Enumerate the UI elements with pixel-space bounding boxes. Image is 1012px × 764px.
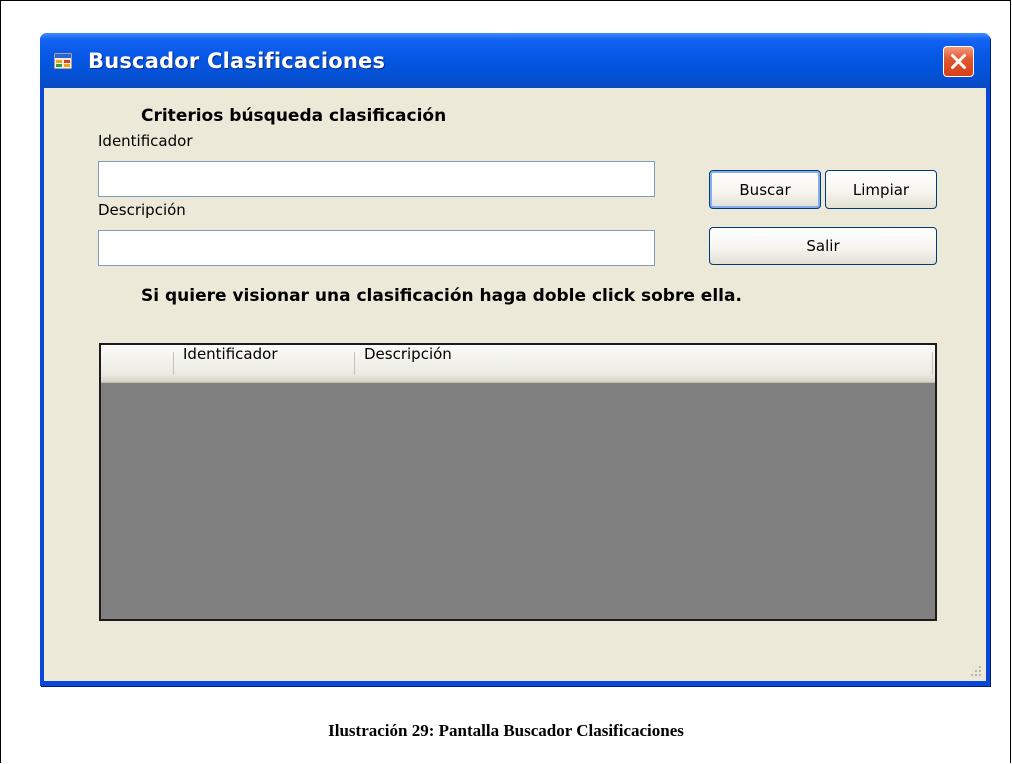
descripcion-field-box — [98, 230, 655, 266]
column-header-identificador[interactable]: Identificador — [174, 345, 354, 382]
identificador-label: Identificador — [98, 132, 193, 150]
salir-button-label: Salir — [806, 237, 840, 255]
close-button[interactable] — [943, 46, 974, 77]
resize-grip-icon[interactable] — [970, 665, 982, 677]
limpiar-button-label: Limpiar — [852, 180, 910, 199]
buscar-button[interactable]: Buscar — [709, 170, 821, 209]
form-window-icon — [53, 52, 73, 70]
hint-text: Si quiere visionar una clasificación hag… — [141, 286, 742, 306]
figure-caption: Ilustración 29: Pantalla Buscador Clasif… — [328, 721, 684, 740]
form-client-area: Criterios búsqueda clasificación Identif… — [44, 88, 986, 681]
buscador-window: Buscador Clasificaciones Criterios búsqu… — [40, 33, 990, 686]
limpiar-button[interactable]: Limpiar — [825, 170, 937, 209]
grid-header: Identificador Descripción — [101, 345, 935, 383]
window-title: Buscador Clasificaciones — [88, 49, 386, 73]
results-grid[interactable]: Identificador Descripción — [99, 343, 937, 621]
column-header-descripcion[interactable]: Descripción — [355, 345, 933, 382]
criteria-heading: Criterios búsqueda clasificación — [141, 106, 447, 126]
buscar-button-label: Buscar — [739, 180, 791, 199]
salir-button[interactable]: Salir — [709, 227, 937, 265]
identificador-input[interactable] — [99, 162, 654, 196]
grid-row-header-corner — [101, 345, 173, 382]
title-bar[interactable]: Buscador Clasificaciones — [40, 33, 990, 88]
close-icon — [951, 54, 966, 69]
descripcion-input[interactable] — [99, 231, 654, 265]
column-separator — [932, 352, 933, 375]
identificador-field-box — [98, 161, 655, 197]
descripcion-label: Descripción — [98, 201, 186, 219]
